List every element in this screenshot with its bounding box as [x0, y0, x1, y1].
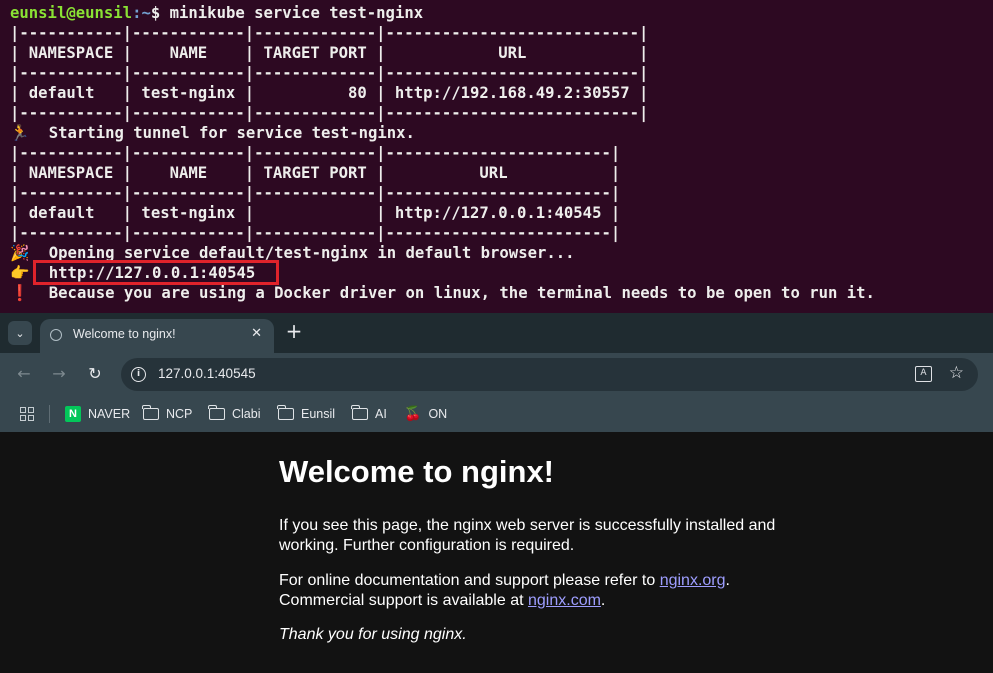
- folder-icon: [277, 405, 294, 420]
- bookmark-label: ON: [428, 407, 448, 421]
- browser-toolbar: ← → ↻ i 127.0.0.1:40545 A ☆: [0, 353, 993, 396]
- tab-title: Welcome to nginx!: [73, 327, 176, 341]
- prompt-path: :~: [132, 4, 151, 22]
- apps-grid-icon[interactable]: [20, 407, 34, 421]
- back-icon[interactable]: ←: [13, 363, 35, 385]
- site-info-icon[interactable]: i: [131, 367, 146, 382]
- address-text[interactable]: 127.0.0.1:40545: [158, 366, 256, 381]
- prompt-symbol: $: [150, 4, 170, 22]
- folder-icon: [351, 405, 368, 420]
- table1-row: | default | test-nginx | 80 | http://192…: [10, 84, 649, 102]
- bookmark-eunsil[interactable]: Eunsil: [277, 405, 336, 423]
- address-bar[interactable]: i 127.0.0.1:40545 A ☆: [121, 358, 978, 391]
- terminal-window[interactable]: eunsil@eunsil:~$ minikube service test-n…: [0, 0, 993, 313]
- docs-text: For online documentation and support ple…: [279, 572, 660, 589]
- bookmark-ncp[interactable]: NCP: [142, 405, 193, 423]
- bookmarks-divider: [49, 405, 50, 423]
- bookmark-label: NAVER: [88, 407, 131, 421]
- bookmarks-bar: N NAVER NCP Clabi Eunsil AI 🍒 ON: [0, 396, 993, 432]
- page-content: Welcome to nginx! If you see this page, …: [0, 432, 993, 673]
- table1-border-mid: |-----------|------------|-------------|…: [10, 64, 649, 82]
- thanks-text: Thank you for using nginx.: [279, 626, 467, 643]
- bookmark-label: Eunsil: [301, 407, 336, 421]
- cherry-icon: 🍒: [404, 406, 422, 422]
- runner-icon: 🏃: [10, 124, 30, 142]
- tab-welcome-nginx[interactable]: Welcome to nginx! ✕: [40, 319, 274, 353]
- table2-border-mid: |-----------|------------|-------------|…: [10, 184, 621, 202]
- tunnel-message: Starting tunnel for service test-nginx.: [30, 124, 415, 142]
- page-title: Welcome to nginx!: [279, 454, 555, 489]
- docs-paragraph: For online documentation and support ple…: [279, 571, 799, 611]
- table2-row: | default | test-nginx | | http://127.0.…: [10, 204, 621, 222]
- table2-border-bottom: |-----------|------------|-------------|…: [10, 224, 621, 242]
- globe-icon: [50, 329, 62, 341]
- support-text: Commercial support is available at: [279, 592, 528, 609]
- command-text: minikube service test-nginx: [169, 4, 424, 22]
- bookmark-ai[interactable]: AI: [351, 405, 387, 423]
- bookmark-on[interactable]: 🍒 ON: [404, 405, 447, 423]
- table1-border-top: |-----------|------------|-------------|…: [10, 24, 649, 42]
- url-highlight-box: [33, 260, 279, 285]
- close-tab-icon[interactable]: ✕: [251, 326, 262, 341]
- warning-message: Because you are using a Docker driver on…: [30, 284, 875, 302]
- tab-search-button[interactable]: ⌄: [8, 321, 32, 345]
- bookmark-label: AI: [375, 407, 387, 421]
- nginx-org-link[interactable]: nginx.org: [660, 572, 726, 589]
- warning-line: ❗ Because you are using a Docker driver …: [10, 283, 875, 303]
- bookmark-label: NCP: [166, 407, 193, 421]
- bookmark-star-icon[interactable]: ☆: [949, 363, 964, 383]
- translate-icon[interactable]: A: [915, 366, 932, 382]
- tunnel-line: 🏃 Starting tunnel for service test-nginx…: [10, 123, 415, 143]
- browser-window: ⌄ Welcome to nginx! ✕ + ← → ↻ i 127.0.0.…: [0, 313, 993, 673]
- exclamation-icon: ❗: [10, 284, 30, 302]
- nginx-com-link[interactable]: nginx.com: [528, 592, 601, 609]
- tab-strip: ⌄ Welcome to nginx! ✕ +: [0, 313, 993, 353]
- table1-header: | NAMESPACE | NAME | TARGET PORT | URL |: [10, 44, 649, 62]
- naver-icon: N: [65, 406, 81, 422]
- bookmark-label: Clabi: [232, 407, 261, 421]
- pointing-hand-icon: 👉: [10, 264, 30, 282]
- bookmark-clabi[interactable]: Clabi: [208, 405, 261, 423]
- table1-border-bottom: |-----------|------------|-------------|…: [10, 104, 649, 122]
- table2-border-top: |-----------|------------|-------------|…: [10, 144, 621, 162]
- folder-icon: [208, 405, 225, 420]
- folder-icon: [142, 405, 159, 420]
- forward-icon[interactable]: →: [48, 363, 70, 385]
- intro-paragraph: If you see this page, the nginx web serv…: [279, 517, 776, 554]
- prompt-line: eunsil@eunsil:~$ minikube service test-n…: [10, 3, 423, 23]
- bookmark-naver[interactable]: N NAVER: [65, 405, 130, 423]
- new-tab-button[interactable]: +: [284, 321, 304, 341]
- party-icon: 🎉: [10, 244, 30, 262]
- prompt-user: eunsil@eunsil: [10, 4, 133, 22]
- table2-header: | NAMESPACE | NAME | TARGET PORT | URL |: [10, 164, 621, 182]
- support-period: .: [600, 592, 606, 609]
- docs-period: .: [725, 572, 730, 589]
- reload-icon[interactable]: ↻: [84, 363, 106, 385]
